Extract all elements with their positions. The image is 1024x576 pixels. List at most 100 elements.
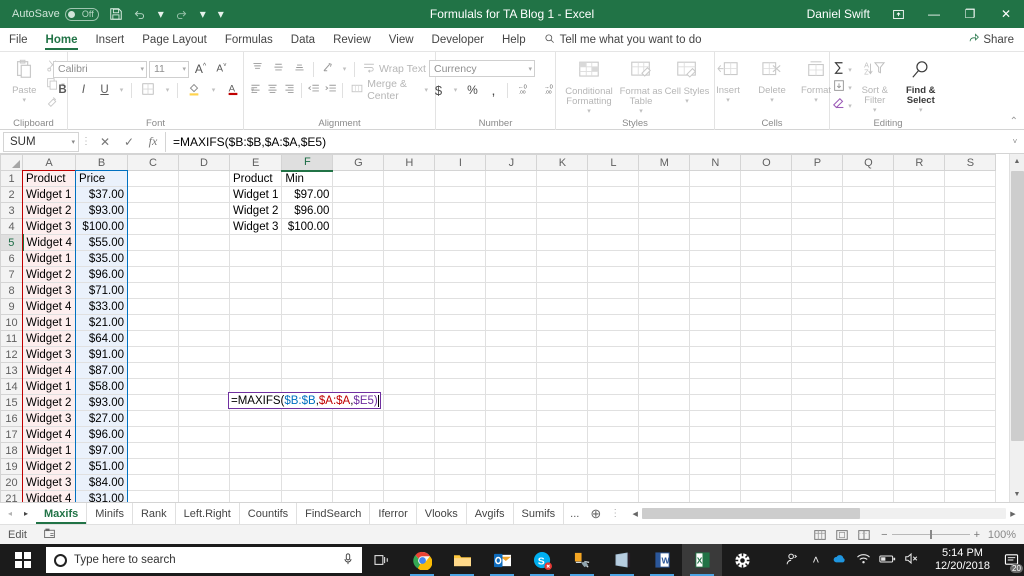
cell-S3[interactable] [944,202,997,219]
cell-G18[interactable] [332,442,385,459]
cell-L17[interactable] [587,426,640,443]
cell-I7[interactable] [434,266,487,283]
column-header-H[interactable]: H [383,154,436,171]
cell-S17[interactable] [944,426,997,443]
cell-N14[interactable] [689,378,742,395]
cell-editor-f5[interactable]: =MAXIFS($B:$B, $A:$A, $E5) [228,392,381,409]
column-header-F[interactable]: F [281,154,334,172]
cell-O4[interactable] [740,218,793,235]
horizontal-scroll-thumb[interactable] [642,508,861,519]
column-header-K[interactable]: K [536,154,589,171]
accounting-format-button[interactable]: $ [429,81,448,99]
next-sheet-icon[interactable]: ▸ [18,509,34,518]
cell-E2[interactable]: Widget 1 [229,186,283,203]
cell-P12[interactable] [791,346,844,363]
user-account-name[interactable]: Daniel Swift [807,7,880,21]
onenote-icon[interactable] [602,544,642,576]
cell-D4[interactable] [178,218,230,235]
italic-button[interactable]: I [74,81,93,99]
cell-A11[interactable]: Widget 2 [22,330,76,347]
cell-S19[interactable] [944,458,997,475]
font-name-combo[interactable]: Calibri ▾ [53,60,147,78]
cell-D9[interactable] [178,298,230,315]
cell-O17[interactable] [740,426,793,443]
cell-I20[interactable] [434,474,487,491]
zoom-out-button[interactable]: − [881,529,887,541]
cell-D14[interactable] [178,378,230,395]
sheet-tab-findsearch[interactable]: FindSearch [297,503,371,524]
cell-C14[interactable] [127,378,179,395]
cell-P5[interactable] [791,234,844,251]
cell-D17[interactable] [178,426,230,443]
cell-S5[interactable] [944,234,997,251]
cell-O8[interactable] [740,282,793,299]
column-header-D[interactable]: D [178,154,230,171]
cell-P7[interactable] [791,266,844,283]
cell-P17[interactable] [791,426,844,443]
cell-F1[interactable]: Min [281,170,334,187]
cell-I8[interactable] [434,282,487,299]
row-header-16[interactable]: 16 [0,410,23,427]
zoom-knob[interactable] [929,530,932,539]
row-header-21[interactable]: 21 [0,490,23,502]
cell-S18[interactable] [944,442,997,459]
cell-O11[interactable] [740,330,793,347]
cell-H3[interactable] [383,202,436,219]
cell-R1[interactable] [893,170,946,187]
cell-I14[interactable] [434,378,487,395]
tell-me-search[interactable]: Tell me what you want to do [535,28,711,51]
cell-M4[interactable] [638,218,691,235]
conditional-formatting-button[interactable]: Conditional Formatting ▾ [560,57,618,115]
share-button[interactable]: Share [958,28,1024,51]
cell-Q16[interactable] [842,410,895,427]
cell-A10[interactable]: Widget 1 [22,314,76,331]
cell-P11[interactable] [791,330,844,347]
vertical-scrollbar[interactable]: ▲ ▼ [1009,154,1024,502]
ribbon-tab-file[interactable]: File [0,28,37,51]
cell-E11[interactable] [229,330,283,347]
cell-G3[interactable] [332,202,385,219]
cell-S21[interactable] [944,490,997,502]
cell-G9[interactable] [332,298,385,315]
clear-button[interactable]: ▾ [832,97,852,114]
cell-L15[interactable] [587,394,640,411]
column-header-G[interactable]: G [332,154,385,171]
windows-start-icon[interactable] [0,544,46,576]
cell-J21[interactable] [485,490,538,502]
cell-A3[interactable]: Widget 2 [22,202,76,219]
cell-L3[interactable] [587,202,640,219]
cell-N20[interactable] [689,474,742,491]
cell-B6[interactable]: $35.00 [75,250,128,267]
cell-S2[interactable] [944,186,997,203]
vertical-scroll-thumb[interactable] [1010,171,1024,441]
increase-font-size-button[interactable]: A^ [191,60,210,78]
cell-B8[interactable]: $71.00 [75,282,128,299]
confirm-edit-icon[interactable]: ✓ [117,132,141,152]
cell-J12[interactable] [485,346,538,363]
cell-M13[interactable] [638,362,691,379]
horizontal-scroll-track[interactable] [642,508,1006,519]
sheet-tab-sumifs[interactable]: Sumifs [513,503,565,524]
cell-J7[interactable] [485,266,538,283]
cell-R8[interactable] [893,282,946,299]
cell-L5[interactable] [587,234,640,251]
cell-H10[interactable] [383,314,436,331]
cell-H14[interactable] [383,378,436,395]
maximize-restore-button[interactable]: ❐ [952,0,988,28]
cell-C21[interactable] [127,490,179,502]
cell-H1[interactable] [383,170,436,187]
page-break-view-icon[interactable] [853,526,875,544]
cell-L18[interactable] [587,442,640,459]
snagit-icon[interactable] [562,544,602,576]
cell-S14[interactable] [944,378,997,395]
cell-K19[interactable] [536,458,589,475]
cell-J5[interactable] [485,234,538,251]
decrease-font-size-button[interactable]: A˅ [212,60,231,78]
cell-L20[interactable] [587,474,640,491]
scroll-right-arrow-icon[interactable]: ▶ [1006,510,1020,518]
cell-P9[interactable] [791,298,844,315]
cell-J16[interactable] [485,410,538,427]
cell-O14[interactable] [740,378,793,395]
cell-I15[interactable] [434,394,487,411]
cell-F9[interactable] [281,298,334,315]
